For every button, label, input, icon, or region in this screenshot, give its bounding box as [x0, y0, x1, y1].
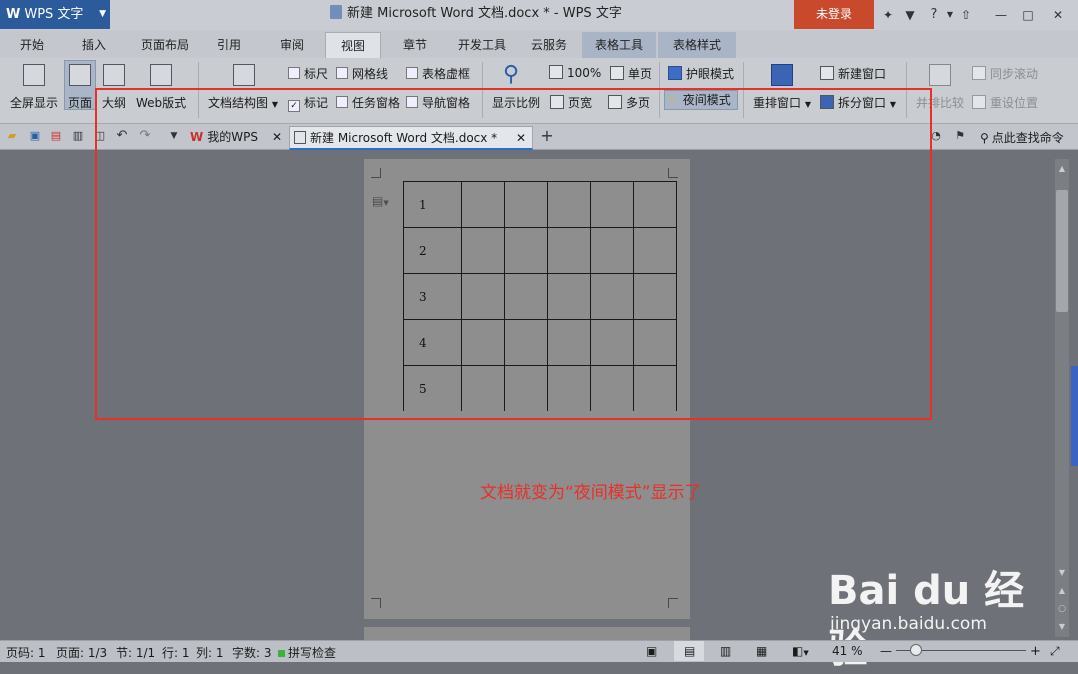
chevron-down-icon: ▼ — [99, 9, 106, 19]
fullscreen-icon — [23, 64, 45, 86]
scrollbar-thumb[interactable] — [1056, 190, 1068, 312]
outline-icon — [103, 64, 125, 86]
app-name: WPS 文字 — [24, 7, 84, 22]
status-column[interactable]: 列: 1 — [196, 644, 224, 661]
zoom-100-button[interactable]: 100% — [549, 65, 601, 80]
baidu-watermark: Bai du 经验 jingyan.baidu.com — [828, 548, 1028, 672]
sync-scroll-icon — [972, 66, 986, 80]
document-map-icon — [233, 64, 255, 86]
status-pages[interactable]: 页面: 1/3 — [56, 644, 107, 661]
side-by-side-icon — [929, 64, 951, 86]
window-title: 新建 Microsoft Word 文档.docx * - WPS 文字 — [330, 0, 750, 30]
search-icon: ⚲ — [980, 131, 989, 145]
new-window-button[interactable]: 新建窗口 — [820, 65, 886, 82]
prev-page-icon[interactable]: ▲ — [1056, 586, 1068, 598]
close-icon[interactable]: ✕ — [1048, 5, 1068, 25]
login-button[interactable]: 未登录 — [794, 0, 874, 29]
annotation-text: 文档就变为“夜间模式”显示了 — [480, 483, 702, 503]
tab-review[interactable]: 审阅 — [270, 32, 314, 58]
spell-check-indicator-icon — [278, 650, 285, 657]
shield-icon — [668, 66, 682, 80]
page-view-status-icon[interactable]: ▤ — [684, 644, 695, 658]
ruler-checkbox[interactable]: 标尺 — [288, 65, 328, 82]
tab-chapter[interactable]: 章节 — [394, 32, 436, 58]
app-menu-button[interactable]: W WPS 文字 ▼ — [0, 0, 110, 29]
checkbox-icon — [288, 67, 300, 79]
flag-icon[interactable]: ⚑ — [952, 128, 968, 144]
scroll-down-icon[interactable]: ▼ — [1056, 568, 1068, 580]
tab-table-style[interactable]: 表格样式 — [658, 32, 736, 58]
document-icon — [330, 5, 342, 19]
tab-table-tools[interactable]: 表格工具 — [582, 32, 656, 58]
maximize-icon[interactable]: □ — [1018, 5, 1038, 25]
status-page-number[interactable]: 页码: 1 — [6, 644, 46, 661]
page-view-label: 页面 — [68, 96, 93, 110]
export-pdf-icon[interactable]: ▤ — [48, 128, 64, 144]
skin-icon[interactable]: ✦ — [878, 5, 898, 25]
print-icon[interactable]: ▥ — [70, 128, 86, 144]
web-layout-icon — [150, 64, 172, 86]
checkbox-icon — [336, 67, 348, 79]
tab-developer[interactable]: 开发工具 — [452, 32, 512, 58]
fit-window-icon[interactable]: ⤢ — [1050, 644, 1060, 659]
status-word-count[interactable]: 字数: 3 — [232, 644, 272, 661]
tab-cloud[interactable]: 云服务 — [524, 32, 574, 58]
tab-page-layout[interactable]: 页面布局 — [134, 32, 196, 58]
scroll-up-icon[interactable]: ▲ — [1056, 164, 1068, 176]
outline-view-status-icon[interactable]: ▥ — [720, 644, 731, 658]
page-view-icon — [69, 64, 91, 86]
tab-references[interactable]: 引用 — [208, 32, 250, 58]
zoom-slider-thumb[interactable] — [910, 644, 922, 656]
page-corner-mark — [668, 598, 678, 608]
next-page-icon[interactable]: ▼ — [1056, 622, 1068, 634]
select-browse-icon[interactable]: ○ — [1056, 604, 1068, 616]
shirt-icon[interactable]: ▼ — [900, 5, 920, 25]
zoom-out-icon[interactable]: — — [880, 644, 892, 658]
new-window-icon — [820, 66, 834, 80]
checkbox-icon — [406, 67, 418, 79]
magnifier-icon: ⚲ — [503, 62, 520, 87]
command-search[interactable]: ⚲ 点此查找命令 — [980, 129, 1064, 146]
page-corner-mark — [371, 598, 381, 608]
eye-mode-status-icon[interactable]: ◧▼ — [792, 644, 809, 658]
tab-start[interactable]: 开始 — [10, 32, 54, 58]
web-view-status-icon[interactable]: ▦ — [756, 644, 767, 658]
wps-logo-icon: W — [6, 7, 21, 22]
minimize-icon[interactable]: — — [991, 5, 1011, 25]
side-panel-handle[interactable] — [1071, 366, 1078, 466]
fullscreen-view-icon[interactable]: ▣ — [646, 644, 657, 658]
reset-position-icon — [972, 95, 986, 109]
single-page-button[interactable]: 单页 — [610, 65, 652, 82]
fullscreen-button[interactable]: 全屏显示 — [10, 94, 58, 111]
eye-protection-button[interactable]: 护眼模式 — [668, 65, 734, 82]
zoom-100-icon — [549, 65, 563, 79]
zoom-in-icon[interactable]: + — [1030, 644, 1041, 659]
sync-scroll-button[interactable]: 同步滚动 — [972, 65, 1038, 82]
rearrange-windows-icon — [771, 64, 793, 86]
reset-position-button[interactable]: 重设位置 — [972, 94, 1038, 111]
single-page-icon — [610, 66, 624, 80]
annotation-highlight-box — [95, 88, 932, 420]
pin-icon[interactable]: ⇧ — [956, 5, 976, 25]
tab-view[interactable]: 视图 — [325, 32, 381, 58]
tab-insert[interactable]: 插入 — [72, 32, 116, 58]
open-folder-icon[interactable]: ▰ — [4, 128, 20, 144]
gridlines-checkbox[interactable]: 网格线 — [336, 65, 388, 82]
save-icon[interactable]: ▣ — [27, 128, 43, 144]
watermark-url: jingyan.baidu.com — [830, 614, 987, 634]
spell-check-button[interactable]: 拼写检查 — [278, 644, 336, 661]
table-gridlines-checkbox[interactable]: 表格虚框 — [406, 65, 470, 82]
zoom-percentage[interactable]: 41 % — [832, 644, 863, 658]
status-row[interactable]: 行: 1 — [162, 644, 190, 661]
status-section[interactable]: 节: 1/1 — [116, 644, 155, 661]
